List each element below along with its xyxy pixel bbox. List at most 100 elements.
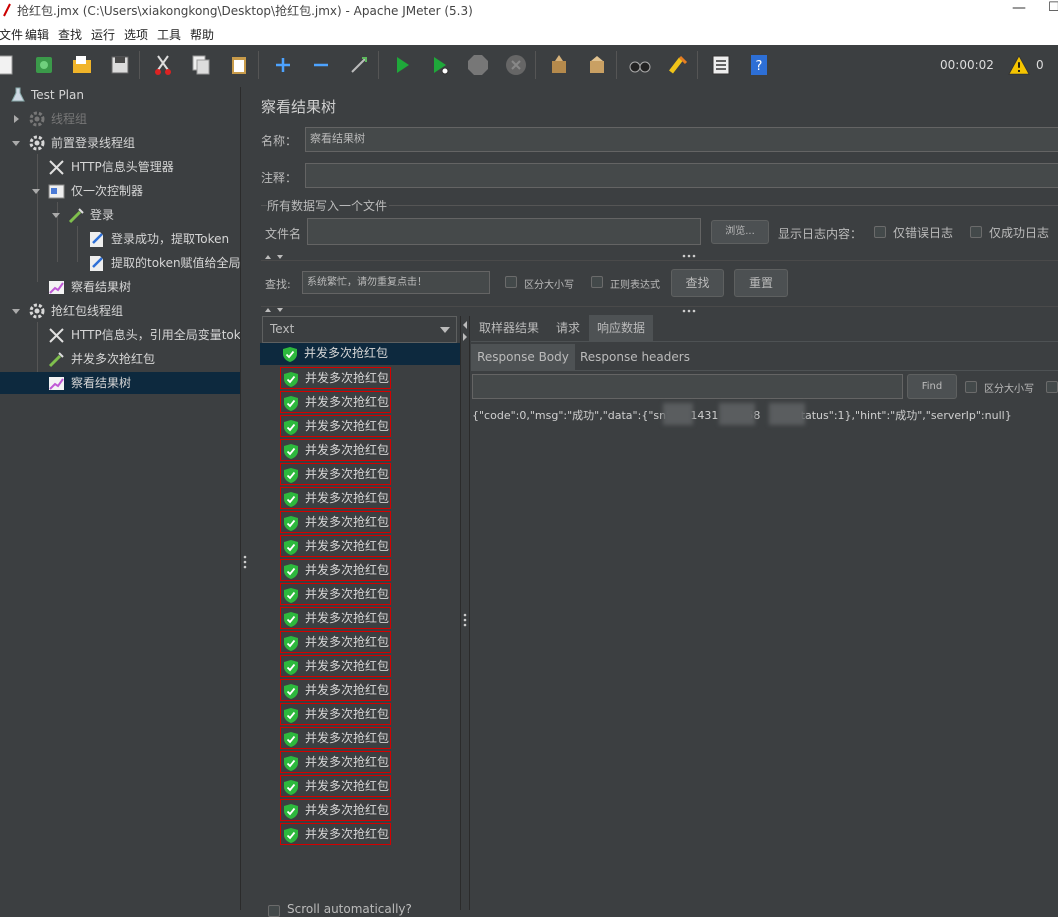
errors-only-checkbox[interactable] bbox=[874, 226, 886, 238]
menu-help[interactable]: 帮助 bbox=[190, 26, 214, 43]
name-field[interactable]: 察看结果树 bbox=[305, 127, 1058, 152]
regex-checkbox[interactable] bbox=[591, 276, 603, 288]
result-item[interactable]: 并发多次抢红包 bbox=[280, 367, 391, 389]
browse-button[interactable]: 浏览... bbox=[711, 220, 769, 244]
result-item[interactable]: 并发多次抢红包 bbox=[280, 391, 391, 413]
start-no-pause-icon[interactable] bbox=[428, 53, 452, 77]
response-case-checkbox[interactable] bbox=[965, 381, 977, 393]
filename-field[interactable] bbox=[307, 218, 701, 245]
result-item[interactable]: 并发多次抢红包 bbox=[280, 631, 391, 653]
collapse-arrow[interactable] bbox=[52, 213, 60, 218]
menu-tools[interactable]: 工具 bbox=[157, 26, 181, 43]
drag-handle-icon[interactable] bbox=[681, 253, 697, 259]
clear-icon[interactable] bbox=[547, 53, 571, 77]
scroll-auto-checkbox[interactable] bbox=[268, 905, 280, 917]
tree-label: 提取的token赋值给全局变 bbox=[111, 256, 240, 270]
menu-options[interactable]: 选项 bbox=[124, 26, 148, 43]
comment-field[interactable] bbox=[305, 163, 1058, 188]
start-icon[interactable] bbox=[390, 53, 414, 77]
case-sensitive-checkbox[interactable] bbox=[505, 276, 517, 288]
renderer-select[interactable]: Text bbox=[262, 316, 457, 343]
drag-handle-icon[interactable] bbox=[462, 613, 468, 627]
tab-request[interactable]: 请求 bbox=[547, 315, 589, 341]
search-icon[interactable] bbox=[628, 53, 652, 77]
minimize-button[interactable]: — bbox=[1012, 0, 1026, 16]
tab-sampler-result[interactable]: 取样器结果 bbox=[471, 315, 547, 341]
reset-button[interactable]: 重置 bbox=[734, 269, 788, 297]
errors-only-label: 仅错误日志 bbox=[893, 226, 954, 240]
collapse-arrow[interactable] bbox=[32, 189, 40, 194]
result-item[interactable]: 并发多次抢红包 bbox=[280, 751, 391, 773]
copy-icon[interactable] bbox=[189, 53, 213, 77]
expand-icon[interactable] bbox=[271, 53, 295, 77]
chart-icon bbox=[49, 281, 64, 294]
tree-node-http-header-global[interactable]: HTTP信息头，引用全局变量token bbox=[48, 324, 240, 346]
expand-arrow[interactable] bbox=[14, 115, 19, 123]
result-item[interactable]: 并发多次抢红包 bbox=[280, 583, 391, 605]
splitter-arrows-icon[interactable] bbox=[462, 319, 468, 343]
result-item[interactable]: 并发多次抢红包 bbox=[280, 703, 391, 725]
results-list: 并发多次抢红包 并发多次抢红包 并发多次抢红包 并发多次抢红包 并发多次抢红包 并发多次抢… bbox=[260, 343, 460, 910]
menu-run[interactable]: 运行 bbox=[91, 26, 115, 43]
success-shield-icon bbox=[284, 756, 298, 771]
response-regex-checkbox[interactable] bbox=[1046, 381, 1058, 393]
tree-splitter[interactable] bbox=[240, 87, 249, 910]
collapse-arrow[interactable] bbox=[12, 309, 20, 314]
result-item[interactable]: 并发多次抢红包 bbox=[280, 511, 391, 533]
result-item-label: 并发多次抢红包 bbox=[305, 635, 390, 649]
result-item-label: 并发多次抢红包 bbox=[305, 755, 390, 769]
result-item[interactable]: 并发多次抢红包 bbox=[280, 559, 391, 581]
result-item[interactable]: 并发多次抢红包 bbox=[280, 607, 391, 629]
result-item[interactable]: 并发多次抢红包 bbox=[280, 463, 391, 485]
templates-icon[interactable] bbox=[32, 53, 56, 77]
maximize-button[interactable]: ☐ bbox=[1048, 0, 1058, 15]
shutdown-icon[interactable] bbox=[504, 53, 528, 77]
result-item[interactable]: 并发多次抢红包 bbox=[280, 487, 391, 509]
menu-file[interactable]: 文件 bbox=[0, 26, 23, 43]
divider-arrows-icon[interactable] bbox=[263, 306, 287, 314]
reset-search-icon[interactable] bbox=[666, 53, 690, 77]
menu-edit[interactable]: 编辑 bbox=[25, 26, 49, 43]
paste-icon[interactable] bbox=[227, 53, 251, 77]
result-item[interactable]: 并发多次抢红包 bbox=[280, 823, 391, 845]
result-item[interactable]: 并发多次抢红包 bbox=[260, 343, 460, 365]
response-case-label: 区分大小写 bbox=[984, 384, 1034, 395]
result-item-label: 并发多次抢红包 bbox=[305, 467, 390, 481]
find-button[interactable]: 查找 bbox=[671, 269, 724, 297]
clear-all-icon[interactable] bbox=[585, 53, 609, 77]
collapse-arrow[interactable] bbox=[12, 141, 20, 146]
function-helper-icon[interactable] bbox=[709, 53, 733, 77]
warning-icon[interactable] bbox=[1008, 54, 1030, 76]
result-item[interactable]: 并发多次抢红包 bbox=[280, 439, 391, 461]
new-icon[interactable] bbox=[0, 53, 18, 77]
result-item[interactable]: 并发多次抢红包 bbox=[280, 775, 391, 797]
tree-node-view-results-2[interactable]: 察看结果树 bbox=[0, 372, 240, 394]
tree-node-token-global[interactable]: 提取的token赋值给全局变 bbox=[88, 252, 240, 274]
result-item[interactable]: 并发多次抢红包 bbox=[280, 535, 391, 557]
divider-arrows-icon[interactable] bbox=[263, 253, 287, 261]
search-field[interactable]: 系统繁忙，请勿重复点击！ bbox=[302, 271, 490, 294]
menu-search[interactable]: 查找 bbox=[58, 26, 82, 43]
result-item[interactable]: 并发多次抢红包 bbox=[280, 415, 391, 437]
collapse-icon[interactable] bbox=[309, 53, 333, 77]
success-shield-icon bbox=[284, 804, 298, 819]
tab-response-data[interactable]: 响应数据 bbox=[589, 315, 653, 341]
open-icon[interactable] bbox=[70, 53, 94, 77]
drag-handle-icon[interactable] bbox=[681, 308, 697, 314]
tab-response-body[interactable]: Response Body bbox=[471, 344, 575, 370]
success-only-checkbox[interactable] bbox=[970, 226, 982, 238]
result-item[interactable]: 并发多次抢红包 bbox=[280, 655, 391, 677]
result-item[interactable]: 并发多次抢红包 bbox=[280, 727, 391, 749]
cut-icon[interactable] bbox=[151, 53, 175, 77]
result-item[interactable]: 并发多次抢红包 bbox=[280, 679, 391, 701]
response-search-field[interactable] bbox=[472, 374, 903, 399]
save-icon[interactable] bbox=[108, 53, 132, 77]
tab-response-headers[interactable]: Response headers bbox=[579, 344, 691, 370]
result-item[interactable]: 并发多次抢红包 bbox=[280, 799, 391, 821]
toggle-icon[interactable] bbox=[347, 53, 371, 77]
result-item-label: 并发多次抢红包 bbox=[305, 803, 390, 817]
help-icon[interactable]: ? bbox=[747, 53, 771, 77]
response-find-button[interactable]: Find bbox=[907, 374, 957, 399]
stop-icon[interactable] bbox=[466, 53, 490, 77]
tree-label: 登录成功，提取Token bbox=[111, 232, 230, 246]
